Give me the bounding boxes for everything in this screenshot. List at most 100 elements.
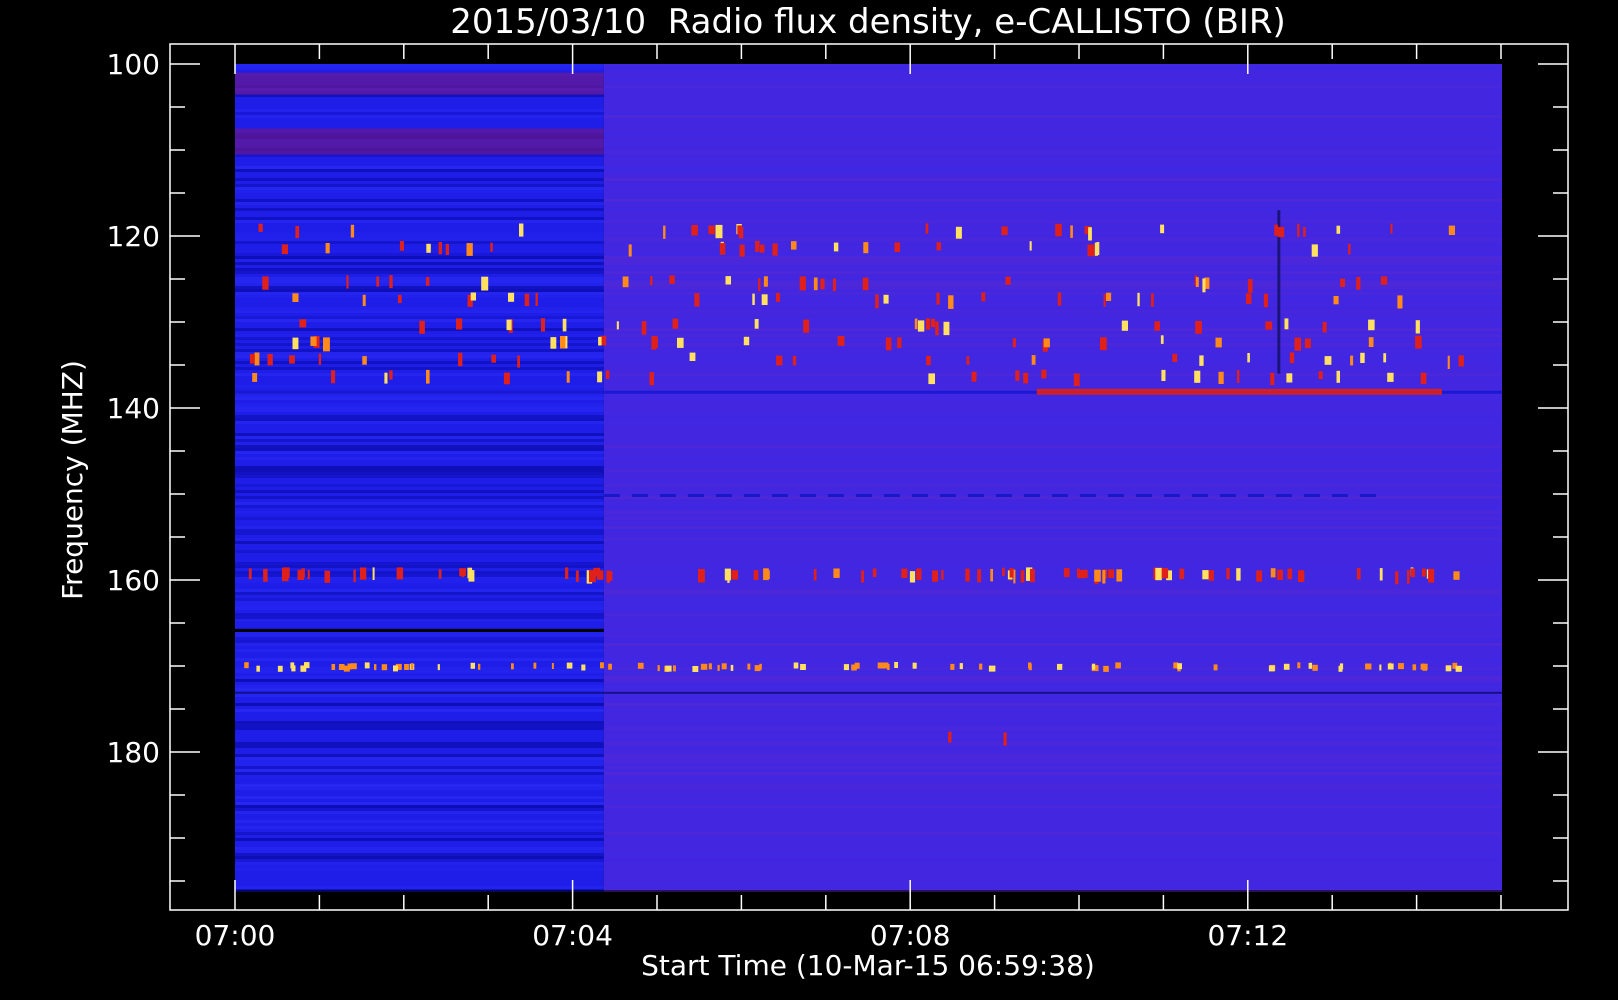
burst-pixel	[833, 242, 839, 252]
burst-pixel	[318, 353, 322, 365]
burst-pixel	[792, 355, 797, 366]
burst-pixel	[1102, 570, 1106, 584]
interference-dash	[799, 494, 816, 497]
early-band	[235, 607, 604, 610]
early-band	[235, 262, 604, 265]
late-band	[603, 202, 1502, 205]
burst-pixel	[566, 662, 573, 669]
burst-pixel	[508, 292, 515, 302]
late-band	[603, 763, 1502, 766]
burst-pixel	[1202, 278, 1206, 293]
burst-pixel	[1218, 371, 1224, 384]
burst-pixel	[338, 664, 345, 670]
early-band	[235, 769, 604, 772]
early-band	[235, 538, 604, 541]
y-tick-label: 180	[107, 736, 160, 769]
burst-pixel	[691, 225, 698, 236]
burst-pixel	[533, 662, 537, 669]
burst-pixel	[503, 372, 510, 385]
burst-pixel	[1356, 277, 1361, 290]
interference-dash	[1135, 494, 1152, 497]
burst-pixel	[1116, 569, 1123, 582]
late-band	[603, 373, 1502, 376]
late-band	[603, 784, 1502, 787]
burst-pixel	[775, 293, 781, 302]
late-band	[603, 538, 1502, 541]
early-band	[235, 850, 604, 853]
late-band	[603, 589, 1502, 592]
burst-pixel	[374, 664, 377, 671]
burst-pixel	[419, 320, 425, 334]
burst-pixel	[861, 570, 865, 583]
burst-pixel	[872, 568, 877, 578]
late-band	[603, 517, 1502, 520]
burst-pixel	[1297, 223, 1300, 237]
burst-pixel	[657, 665, 660, 672]
burst-pixel	[468, 570, 475, 582]
burst-pixel	[396, 567, 403, 580]
late-band	[603, 484, 1502, 487]
burst-pixel	[1383, 353, 1387, 363]
interference-dash	[1219, 494, 1236, 497]
burst-pixel	[1160, 335, 1164, 344]
early-band	[235, 709, 604, 712]
late-band	[603, 343, 1502, 346]
burst-pixel	[883, 294, 889, 304]
late-band	[603, 256, 1502, 259]
burst-pixel	[700, 663, 708, 670]
burst-pixel	[672, 318, 679, 329]
burst-pixel	[955, 226, 962, 239]
burst-pixel	[1202, 570, 1209, 580]
burst-pixel	[353, 569, 356, 583]
chart-title: 2015/03/10 Radio flux density, e-CALLIST…	[450, 2, 1286, 42]
burst-pixel	[372, 567, 375, 580]
early-band	[235, 742, 604, 745]
early-band	[235, 565, 604, 568]
burst-pixel	[1245, 293, 1252, 304]
burst-pixel	[550, 337, 557, 349]
burst-pixel	[1312, 664, 1318, 671]
late-band	[603, 262, 1502, 265]
burst-pixel	[1304, 338, 1311, 349]
burst-pixel	[959, 663, 963, 670]
early-band	[235, 208, 604, 211]
early-band	[235, 727, 604, 730]
late-band	[603, 754, 1502, 757]
late-band	[603, 469, 1502, 472]
burst-pixel	[1265, 321, 1273, 330]
burst-pixel	[325, 243, 330, 254]
early-band	[235, 433, 604, 436]
dark-line	[235, 691, 1502, 694]
late-band	[603, 307, 1502, 310]
burst-pixel	[738, 227, 744, 239]
burst-pixel	[438, 569, 442, 579]
burst-pixel	[295, 225, 300, 239]
dark-line	[235, 629, 604, 633]
burst-pixel	[540, 318, 545, 332]
burst-pixel	[1298, 570, 1305, 582]
burst-pixel	[1324, 356, 1332, 365]
burst-pixel	[1333, 296, 1339, 305]
burst-pixel	[622, 276, 629, 288]
late-band	[603, 133, 1502, 136]
late-band	[603, 457, 1502, 460]
burst-pixel	[562, 318, 567, 332]
burst-pixel	[1055, 223, 1062, 237]
early-band	[235, 286, 604, 289]
early-band	[235, 784, 604, 787]
burst-pixel	[551, 663, 554, 669]
burst-pixel	[1237, 369, 1240, 383]
burst-pixel	[389, 370, 393, 380]
burst-pixel	[649, 372, 654, 386]
interference-dash	[687, 494, 704, 497]
late-band	[603, 598, 1502, 601]
burst-pixel	[721, 663, 727, 670]
early-band	[235, 667, 604, 670]
y-tick-label: 140	[107, 392, 160, 425]
early-band	[235, 613, 604, 616]
early-band	[235, 349, 604, 352]
burst-pixel	[1360, 352, 1365, 363]
early-band	[235, 760, 604, 763]
burst-pixel	[875, 294, 879, 309]
burst-pixel	[323, 337, 330, 352]
